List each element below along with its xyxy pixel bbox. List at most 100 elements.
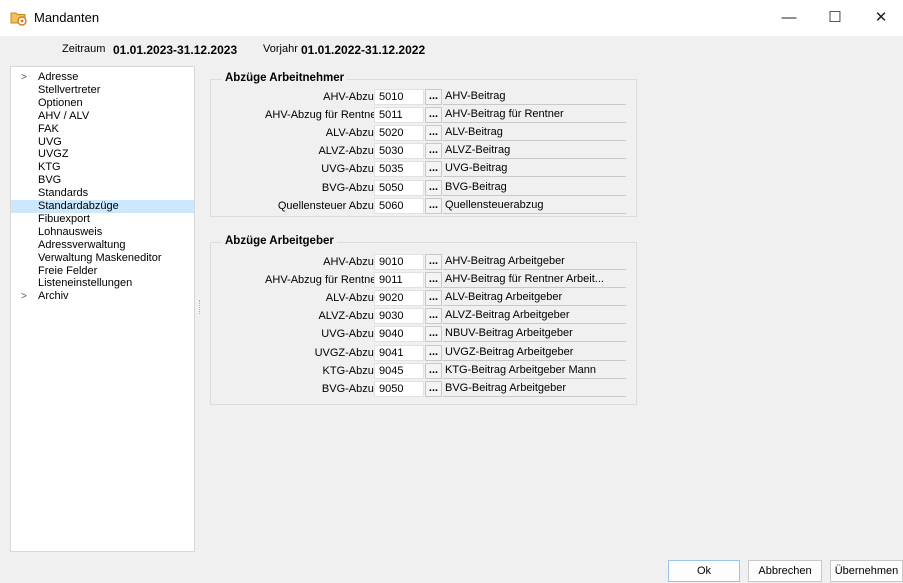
deduction-label: BVG-Abzug	[321, 382, 380, 395]
tree-item-label: KTG	[38, 161, 61, 174]
tree-item-label: Freie Felder	[38, 264, 98, 277]
lookup-button[interactable]: ...	[425, 89, 442, 105]
tree-item[interactable]: Fibuexport	[11, 213, 194, 226]
lookup-button[interactable]: ...	[425, 161, 442, 178]
folder-gear-icon	[10, 9, 28, 27]
zeitraum-value: 01.01.2023-31.12.2023	[113, 43, 238, 57]
deduction-code-input[interactable]: 5020	[374, 125, 424, 142]
tree-item-label: Archiv	[38, 290, 69, 303]
ok-button[interactable]: Ok	[668, 560, 740, 582]
lookup-button[interactable]: ...	[425, 197, 442, 214]
lookup-button[interactable]: ...	[425, 362, 442, 379]
tree-item-label: BVG	[38, 174, 62, 187]
deduction-code-input[interactable]: 5050	[374, 179, 424, 196]
deduction-code-input[interactable]: 9050	[374, 380, 424, 397]
deduction-description: AHV-Beitrag für Rentner Arbeit...	[443, 272, 626, 289]
lookup-button[interactable]: ...	[425, 326, 442, 343]
tree-item-label: Verwaltung Maskeneditor	[38, 251, 162, 264]
tree-item[interactable]: Lohnausweis	[11, 226, 194, 239]
deduction-label: ALV-Abzug	[325, 127, 380, 140]
cancel-button[interactable]: Abbrechen	[748, 560, 822, 582]
deduction-code-input[interactable]: 5035	[374, 161, 424, 178]
vorjahr-value: 01.01.2022-31.12.2022	[301, 43, 426, 57]
tree-item-label: FAK	[38, 122, 59, 135]
tree-item[interactable]: Freie Felder	[11, 265, 194, 278]
deduction-code-input[interactable]: 5030	[374, 143, 424, 160]
lookup-button[interactable]: ...	[425, 308, 442, 325]
lookup-button[interactable]: ...	[425, 272, 442, 289]
tree-item[interactable]: Adressverwaltung	[11, 239, 194, 252]
tree-item-label: AHV / ALV	[38, 109, 90, 122]
deduction-code-input[interactable]: 9045	[374, 362, 424, 379]
deduction-row: ALVZ-Abzug 9030... ALVZ-Beitrag Arbeitgebe…	[211, 308, 636, 325]
tree-item-label: Optionen	[38, 96, 83, 109]
group-abzuege-arbeitgeber: Abzüge Arbeitgeber AHV-Abzug 9010... AHV-B…	[210, 235, 637, 405]
lookup-button[interactable]: ...	[425, 107, 442, 124]
window-title: Mandanten	[34, 10, 100, 25]
tree-item[interactable]: AHV / ALV	[11, 110, 194, 123]
deduction-code-input[interactable]: 9020	[374, 290, 424, 307]
tree-item[interactable]: Optionen	[11, 97, 194, 110]
expand-chevron-icon[interactable]: >	[21, 71, 27, 84]
tree-item-label: Adressverwaltung	[38, 238, 126, 251]
lookup-button[interactable]: ...	[425, 143, 442, 160]
deduction-description: AHV-Beitrag Arbeitgeber	[443, 254, 626, 270]
deduction-row: ALV-Abzug 5020... ALV-Beitrag	[211, 125, 636, 142]
deduction-code-input[interactable]: 9041	[374, 344, 424, 361]
deduction-description: UVGZ-Beitrag Arbeitgeber	[443, 345, 626, 361]
tree-item[interactable]: BVG	[11, 174, 194, 187]
deduction-row: ALVZ-Abzug 5030... ALVZ-Beitrag	[211, 143, 636, 160]
deduction-row: AHV-Abzug für Rentner 5011... AHV-Beitrag …	[211, 107, 636, 124]
deduction-code-input[interactable]: 9030	[374, 308, 424, 325]
maximize-button[interactable]: ☐	[812, 0, 858, 36]
tree-item-label: Standardabzüge	[38, 200, 119, 212]
deduction-code-input[interactable]: 9010	[374, 254, 424, 270]
deduction-description: ALVZ-Beitrag Arbeitgeber	[443, 308, 626, 325]
deduction-description: UVG-Beitrag	[443, 161, 626, 178]
tree-item[interactable]: UVGZ	[11, 148, 194, 161]
tree-item[interactable]: > Archiv	[11, 290, 194, 303]
deduction-row: BVG-Abzug 9050... BVG-Beitrag Arbeitgeber	[211, 380, 636, 398]
tree-item[interactable]: FAK	[11, 123, 194, 136]
deduction-label: UVGZ-Abzug	[314, 346, 380, 359]
tree-item[interactable]: > Adresse	[11, 71, 194, 84]
tree-item[interactable]: Standards	[11, 187, 194, 200]
close-button[interactable]: ✕	[858, 0, 903, 36]
deduction-code-input[interactable]: 9011	[374, 272, 424, 289]
tree-item-label: Adresse	[38, 71, 79, 83]
expand-chevron-icon[interactable]: >	[21, 290, 27, 303]
deduction-row: UVGZ-Abzug 9041... UVGZ-Beitrag Arbeitgebe…	[211, 344, 636, 362]
tree-item[interactable]: Stellvertreter	[11, 84, 194, 97]
navigation-tree[interactable]: > Adresse Stellvertreter Optionen AHV / ALV F…	[10, 66, 195, 552]
tree-item[interactable]: KTG	[11, 161, 194, 174]
apply-button[interactable]: Übernehmen	[830, 560, 903, 582]
lookup-button[interactable]: ...	[425, 125, 442, 142]
deduction-code-input[interactable]: 9040	[374, 326, 424, 343]
deduction-row: AHV-Abzug für Rentner 9011... AHV-Beitrag …	[211, 272, 636, 289]
lookup-button[interactable]: ...	[425, 344, 442, 361]
tree-item[interactable]: UVG	[11, 136, 194, 149]
deduction-label: ALV-Abzug	[325, 292, 380, 305]
deduction-code-input[interactable]: 5010	[374, 89, 424, 105]
splitter-handle[interactable]	[199, 300, 202, 314]
deduction-description: ALV-Beitrag Arbeitgeber	[443, 290, 626, 307]
deduction-label: ALVZ-Abzug	[318, 145, 380, 158]
tree-item-label: Standards	[38, 187, 89, 200]
deduction-code-input[interactable]: 5011	[374, 107, 424, 124]
tree-item[interactable]: Listeneinstellungen	[11, 277, 194, 290]
tree-item-label: Fibuexport	[38, 212, 90, 225]
lookup-button[interactable]: ...	[425, 179, 442, 196]
deduction-description: Quellensteuerabzug	[443, 198, 626, 214]
deduction-row: UVG-Abzug 9040... NBUV-Beitrag Arbeitgeber	[211, 326, 636, 343]
tree-item[interactable]: Standardabzüge	[11, 200, 194, 213]
group-title-arbeitgeber: Abzüge Arbeitgeber	[222, 235, 337, 247]
deduction-code-input[interactable]: 5060	[374, 197, 424, 214]
tree-item[interactable]: Verwaltung Maskeneditor	[11, 252, 194, 265]
lookup-button[interactable]: ...	[425, 380, 442, 397]
deduction-row: UVG-Abzug 5035... UVG-Beitrag	[211, 161, 636, 178]
lookup-button[interactable]: ...	[425, 290, 442, 307]
minimize-button[interactable]: —	[766, 0, 812, 36]
deduction-description: KTG-Beitrag Arbeitgeber Mann	[443, 363, 626, 379]
lookup-button[interactable]: ...	[425, 254, 442, 270]
deduction-row: KTG-Abzug 9045... KTG-Beitrag Arbeitgeber …	[211, 362, 636, 380]
